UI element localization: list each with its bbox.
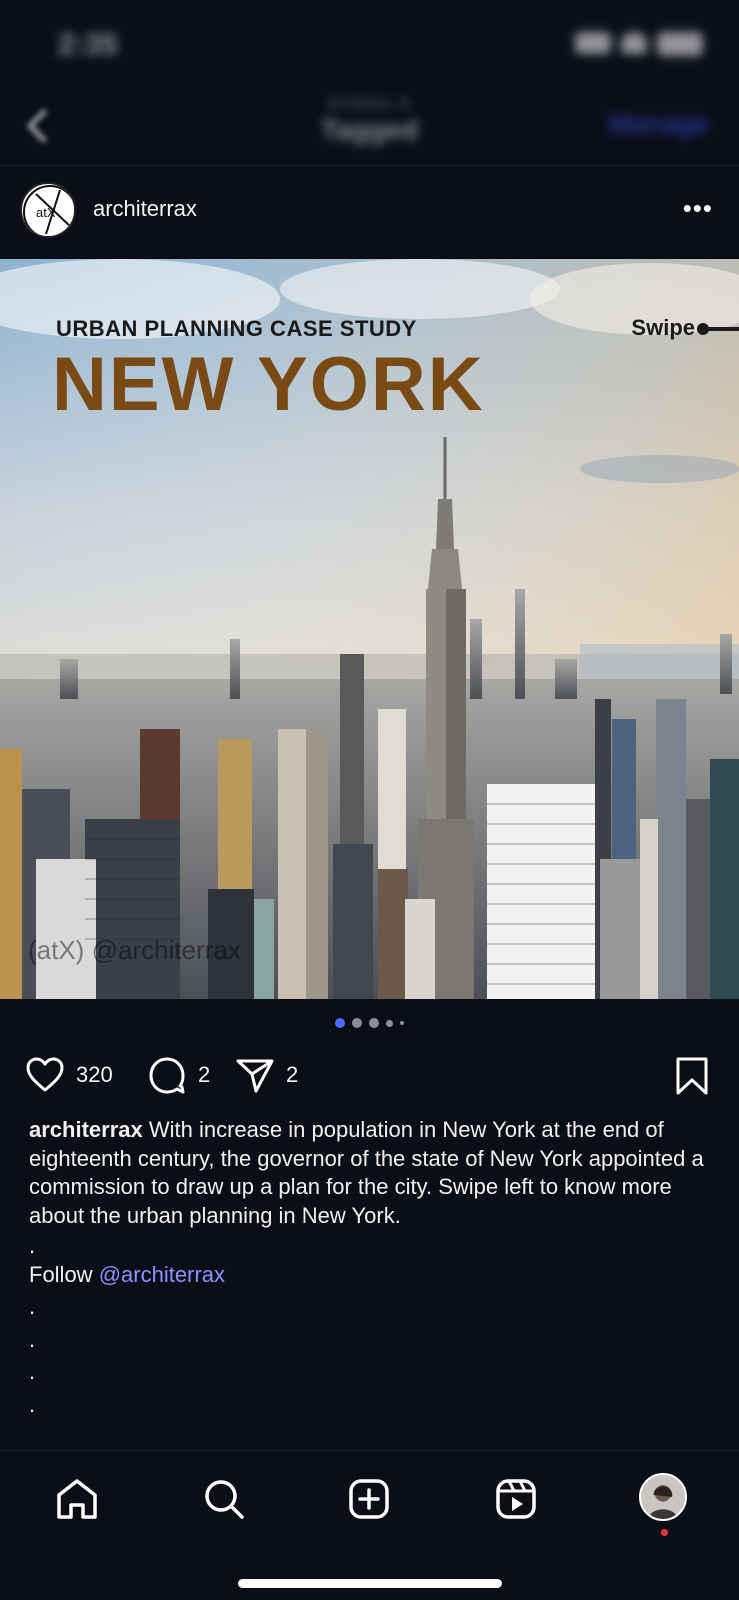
image-kicker: URBAN PLANNING CASE STUDY [56,316,417,341]
heart-icon [26,1057,64,1092]
caption-dot: . [29,1326,36,1352]
create-icon [349,1479,389,1519]
post-caption: architerrax With increase in population … [29,1116,709,1419]
signal-icon [575,32,611,54]
comment-button[interactable]: 2 [146,1054,210,1096]
caption-body: architerrax With increase in population … [29,1116,709,1230]
nav-header: SYDHA.S Tagged Manage [0,90,739,166]
status-time: 2:35 [58,28,119,61]
like-count: 320 [76,1062,113,1087]
bookmark-icon [676,1057,708,1095]
reels-icon [496,1479,536,1519]
image-watermark: (atX) @architerrax [28,935,241,965]
home-icon [57,1479,97,1519]
mention-link[interactable]: @architerrax [99,1262,225,1287]
author-avatar[interactable]: atX [20,182,76,238]
caption-username[interactable]: architerrax [29,1117,143,1142]
save-button[interactable] [673,1056,711,1101]
carousel-indicator [0,1018,739,1028]
image-swipe-label: Swipe [631,315,695,340]
bottom-tab-bar [0,1450,739,1600]
share-button[interactable]: 2 [234,1054,298,1096]
manage-button[interactable]: Manage [608,108,709,140]
post-image[interactable]: URBAN PLANNING CASE STUDY NEW YORK Swipe… [0,259,739,999]
home-indicator [238,1579,502,1588]
avatar-text: atX [36,205,56,220]
profile-avatar-icon [641,1475,685,1519]
caption-dot: . [29,1233,36,1258]
send-icon [236,1059,274,1093]
caption-dot: . [29,1294,36,1319]
tab-home[interactable] [53,1475,101,1523]
comment-icon [149,1057,185,1094]
carousel-dot [369,1018,379,1028]
swipe-arrow-icon [699,327,739,331]
post-actions: 320 2 2 [0,1050,739,1098]
notification-dot [661,1529,668,1536]
caption-dot: . [29,1359,36,1384]
status-icons [575,32,703,56]
architerrax-logo: atX [23,185,74,236]
post-username[interactable]: architerrax [93,196,197,222]
carousel-dot [400,1021,404,1025]
more-options-button[interactable]: ••• [683,195,713,221]
image-title: NEW YORK [52,342,485,427]
search-icon [205,1480,244,1519]
status-bar: 2:35 [0,0,739,90]
wifi-icon [621,32,647,54]
share-count: 2 [286,1062,299,1087]
tab-search[interactable] [200,1475,248,1523]
comment-count: 2 [198,1062,211,1087]
tab-profile[interactable] [639,1473,687,1521]
battery-icon [657,32,703,56]
carousel-dot [386,1019,393,1027]
tab-create[interactable] [345,1475,393,1523]
follow-prefix: Follow [29,1261,99,1287]
tab-reels[interactable] [492,1475,540,1523]
post-header: atX architerrax ••• [0,170,739,254]
carousel-dot [352,1018,362,1028]
caption-dot: . [29,1391,36,1417]
carousel-dot [335,1018,345,1028]
caption-follow: Follow @architerrax [29,1261,709,1290]
like-button[interactable]: 320 [24,1054,113,1096]
